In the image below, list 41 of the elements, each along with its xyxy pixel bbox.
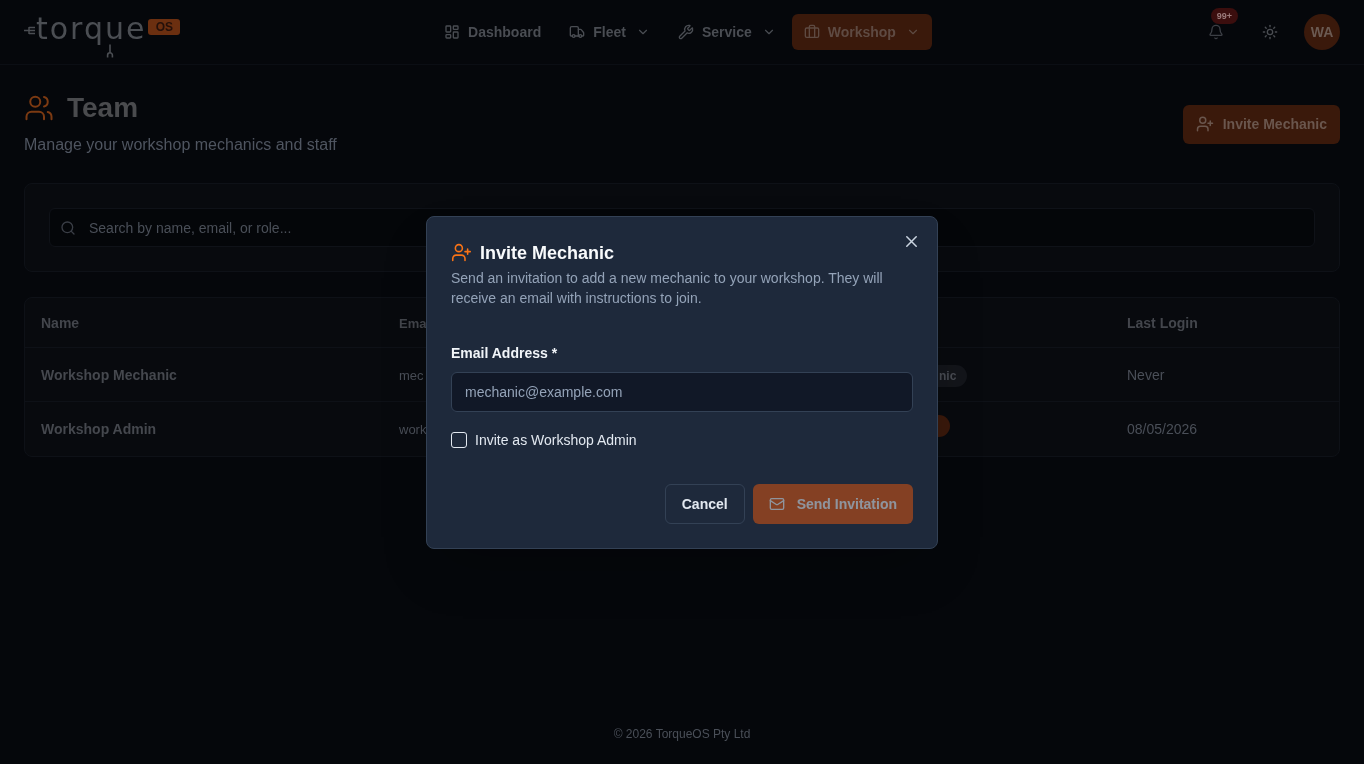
- dialog-title: Invite Mechanic: [480, 241, 615, 265]
- invite-mechanic-button[interactable]: Invite Mechanic: [1182, 104, 1340, 144]
- nav-link[interactable]: Dashboard: [432, 14, 554, 50]
- table-cell: mec: [399, 367, 424, 383]
- user-avatar[interactable]: WA: [1304, 14, 1340, 50]
- email-input[interactable]: mechanic@example.com: [451, 371, 913, 412]
- column-header: Ema: [399, 315, 427, 331]
- mail-icon: [768, 495, 785, 512]
- dialog-description: Send an invitation to add a new mechanic to your workshop. They will receive an email with instructions to join.: [451, 268, 884, 308]
- truck-icon: [569, 24, 586, 40]
- logo-badge: OS: [148, 19, 181, 35]
- user-plus-icon: [1195, 115, 1214, 133]
- table-cell: Workshop Mechanic: [41, 366, 177, 383]
- grid-icon: [444, 24, 461, 40]
- notification-count: 99+: [1211, 8, 1238, 24]
- nav-link[interactable]: Fleet: [557, 14, 662, 50]
- bell-icon: [1208, 24, 1224, 40]
- user-plus-icon: [451, 242, 472, 263]
- page-title: Team: [67, 93, 139, 123]
- page-subtitle: Manage your workshop mechanics and staff: [24, 135, 337, 155]
- footer-copyright: © 2026 TorqueOS Pty Ltd: [613, 726, 751, 742]
- wrench-icon: [106, 44, 114, 58]
- table-cell: work: [399, 422, 427, 437]
- checkbox[interactable]: [451, 431, 467, 448]
- checkbox-label[interactable]: Invite as Workshop Admin: [475, 429, 637, 450]
- sun-icon: [1262, 24, 1278, 40]
- table-cell: Workshop Admin: [41, 421, 157, 437]
- logo-wordmark: torque: [36, 14, 147, 44]
- plug-lines-icon: [24, 25, 35, 35]
- briefcase-icon: [803, 24, 820, 40]
- field-label: Email Address *: [451, 343, 559, 363]
- cancel-button[interactable]: Cancel: [664, 483, 745, 524]
- column-header: Last Login: [1127, 314, 1198, 331]
- column-header: Name: [41, 314, 80, 331]
- table-cell: Never: [1127, 366, 1165, 383]
- close-icon: [906, 235, 917, 247]
- users-icon: [24, 93, 54, 123]
- wrench-icon: [677, 24, 694, 40]
- table-cell: 08/05/2026: [1127, 421, 1198, 437]
- nav-link[interactable]: Service: [665, 14, 788, 50]
- close-button[interactable]: [906, 235, 917, 247]
